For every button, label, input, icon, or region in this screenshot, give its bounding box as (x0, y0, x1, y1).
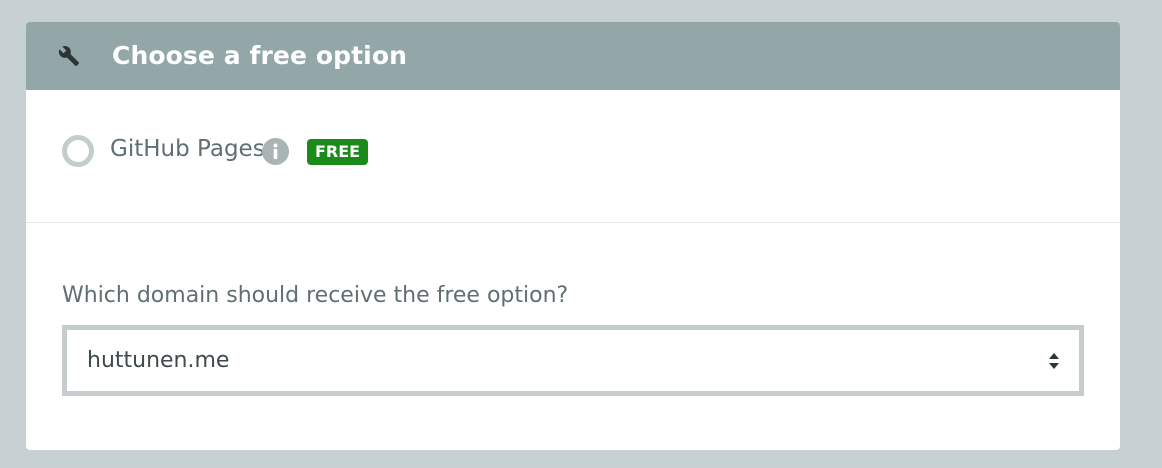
panel-header: Choose a free option (26, 22, 1120, 90)
domain-question: Which domain should receive the free opt… (62, 283, 569, 308)
wrench-icon (58, 45, 80, 67)
free-option-panel: Choose a free option GitHub Pages FREE W… (26, 22, 1120, 450)
panel-title: Choose a free option (112, 41, 407, 70)
option-row-github-pages[interactable]: GitHub Pages FREE (26, 90, 1120, 223)
free-badge: FREE (307, 139, 369, 165)
info-icon[interactable] (262, 138, 289, 165)
option-label[interactable]: GitHub Pages (110, 134, 265, 164)
github-pages-radio[interactable] (62, 135, 94, 167)
sort-arrows-icon (1047, 351, 1061, 371)
domain-select[interactable]: huttunen.me (62, 325, 1084, 396)
domain-select-value[interactable]: huttunen.me (87, 330, 229, 391)
